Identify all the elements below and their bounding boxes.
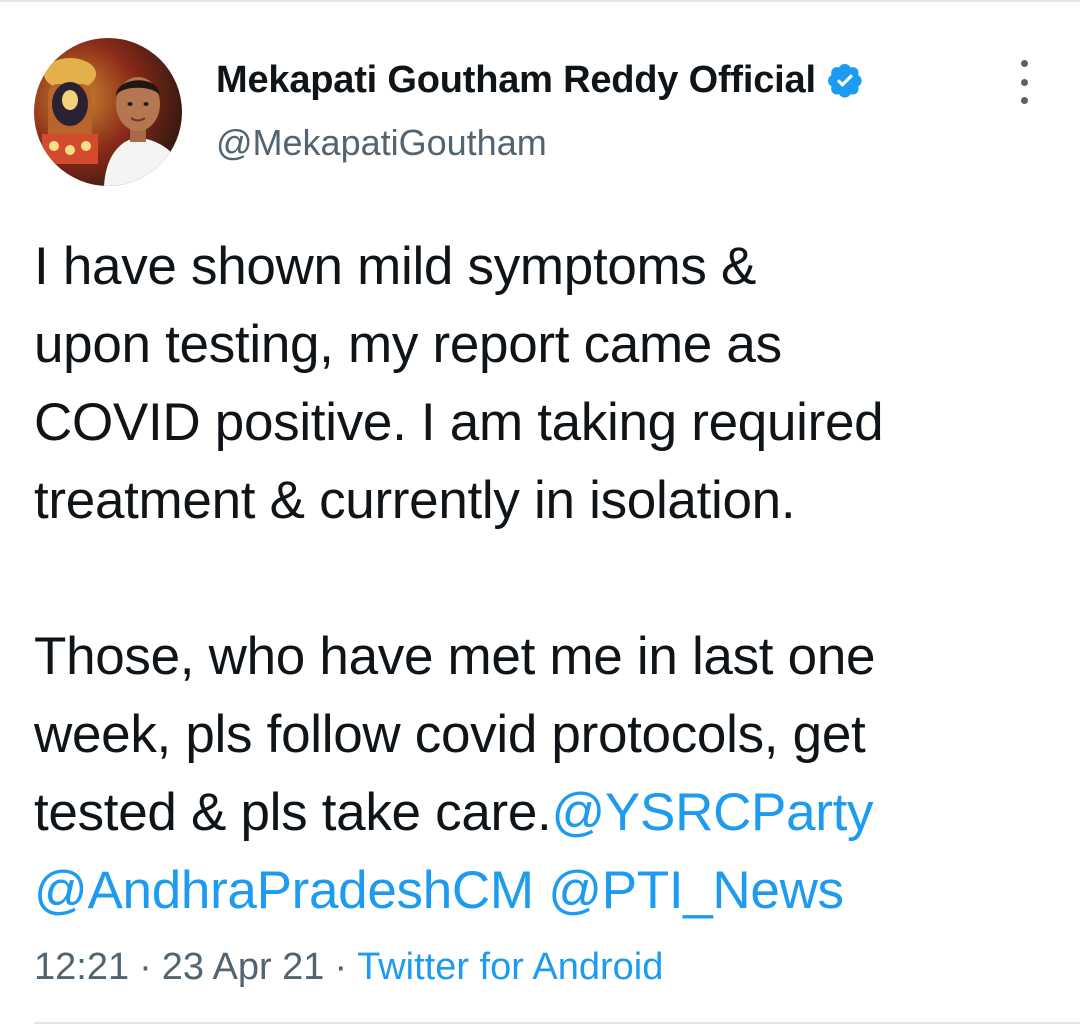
verified-badge-icon — [826, 61, 864, 99]
tweet-body: I have shown mild symptoms & upon testin… — [34, 237, 884, 842]
mention-pti-news[interactable]: @PTI_News — [548, 861, 844, 920]
author-handle[interactable]: @MekapatiGoutham — [216, 122, 547, 164]
more-vertical-icon[interactable] — [1008, 60, 1040, 104]
avatar[interactable] — [34, 38, 182, 186]
more-dot — [1020, 78, 1028, 86]
meta-separator: · — [139, 945, 152, 988]
more-dot — [1020, 60, 1028, 67]
tweet-text: I have shown mild symptoms & upon testin… — [34, 228, 1054, 930]
mention-ysrcparty[interactable]: @YSRCParty — [552, 783, 874, 842]
author-display-name[interactable]: Mekapati Goutham Reddy Official — [216, 59, 816, 102]
tweet-source-link[interactable]: Twitter for Android — [357, 946, 663, 989]
author-name-row[interactable]: Mekapati Goutham Reddy Official — [216, 52, 864, 108]
top-divider — [0, 0, 1080, 2]
tweet-meta: 12:21 · 23 Apr 21 · Twitter for Android — [34, 940, 663, 994]
avatar-image — [34, 38, 182, 186]
bottom-divider — [34, 1022, 1080, 1024]
tweet-date[interactable]: 23 Apr 21 — [162, 946, 325, 989]
mention-andhrapradeshcm[interactable]: @AndhraPradeshCM — [34, 861, 534, 920]
more-dot — [1020, 97, 1028, 104]
meta-separator: · — [334, 945, 348, 988]
tweet-time[interactable]: 12:21 — [34, 946, 129, 989]
